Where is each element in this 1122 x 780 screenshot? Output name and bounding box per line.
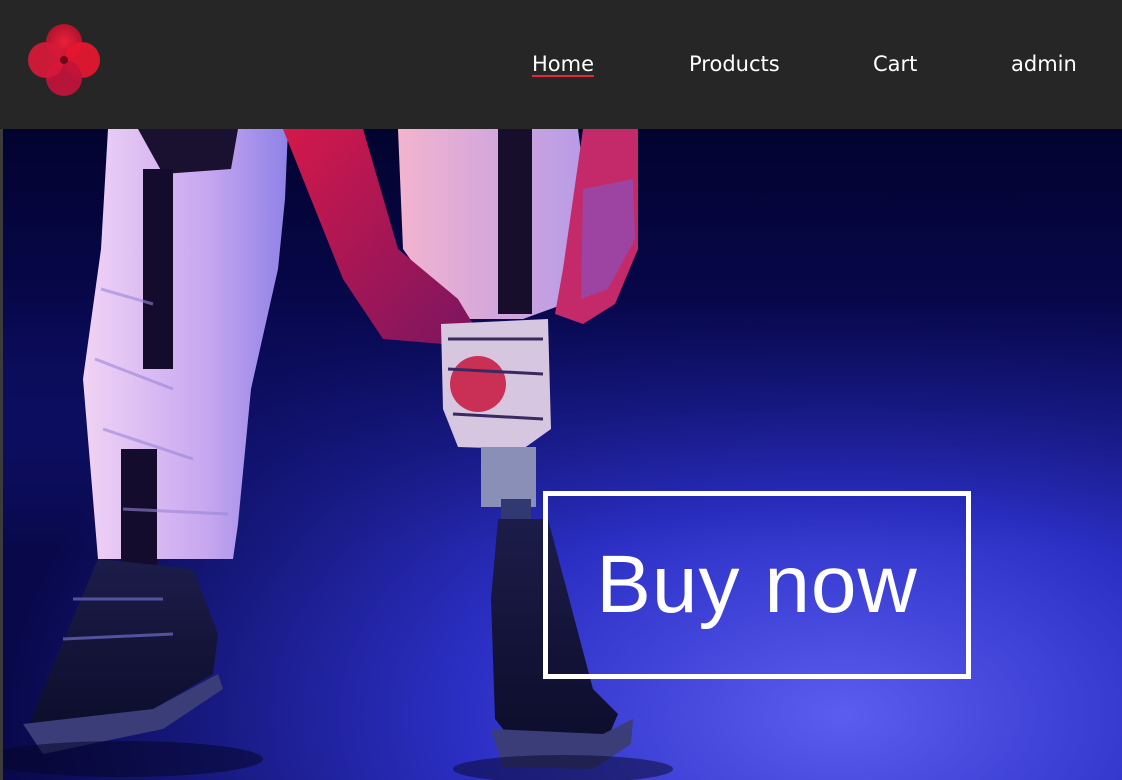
logo-icon[interactable] — [26, 22, 102, 98]
top-navbar: Home Products Cart admin — [0, 0, 1122, 129]
nav-cart[interactable]: Cart — [873, 48, 917, 80]
nav-products[interactable]: Products — [689, 48, 780, 80]
hero-banner: Buy now — [3, 129, 1122, 780]
nav-home[interactable]: Home — [532, 48, 594, 80]
nav-admin[interactable]: admin — [1011, 48, 1077, 80]
hero-image — [3, 129, 1122, 780]
buy-now-button[interactable]: Buy now — [543, 491, 971, 679]
